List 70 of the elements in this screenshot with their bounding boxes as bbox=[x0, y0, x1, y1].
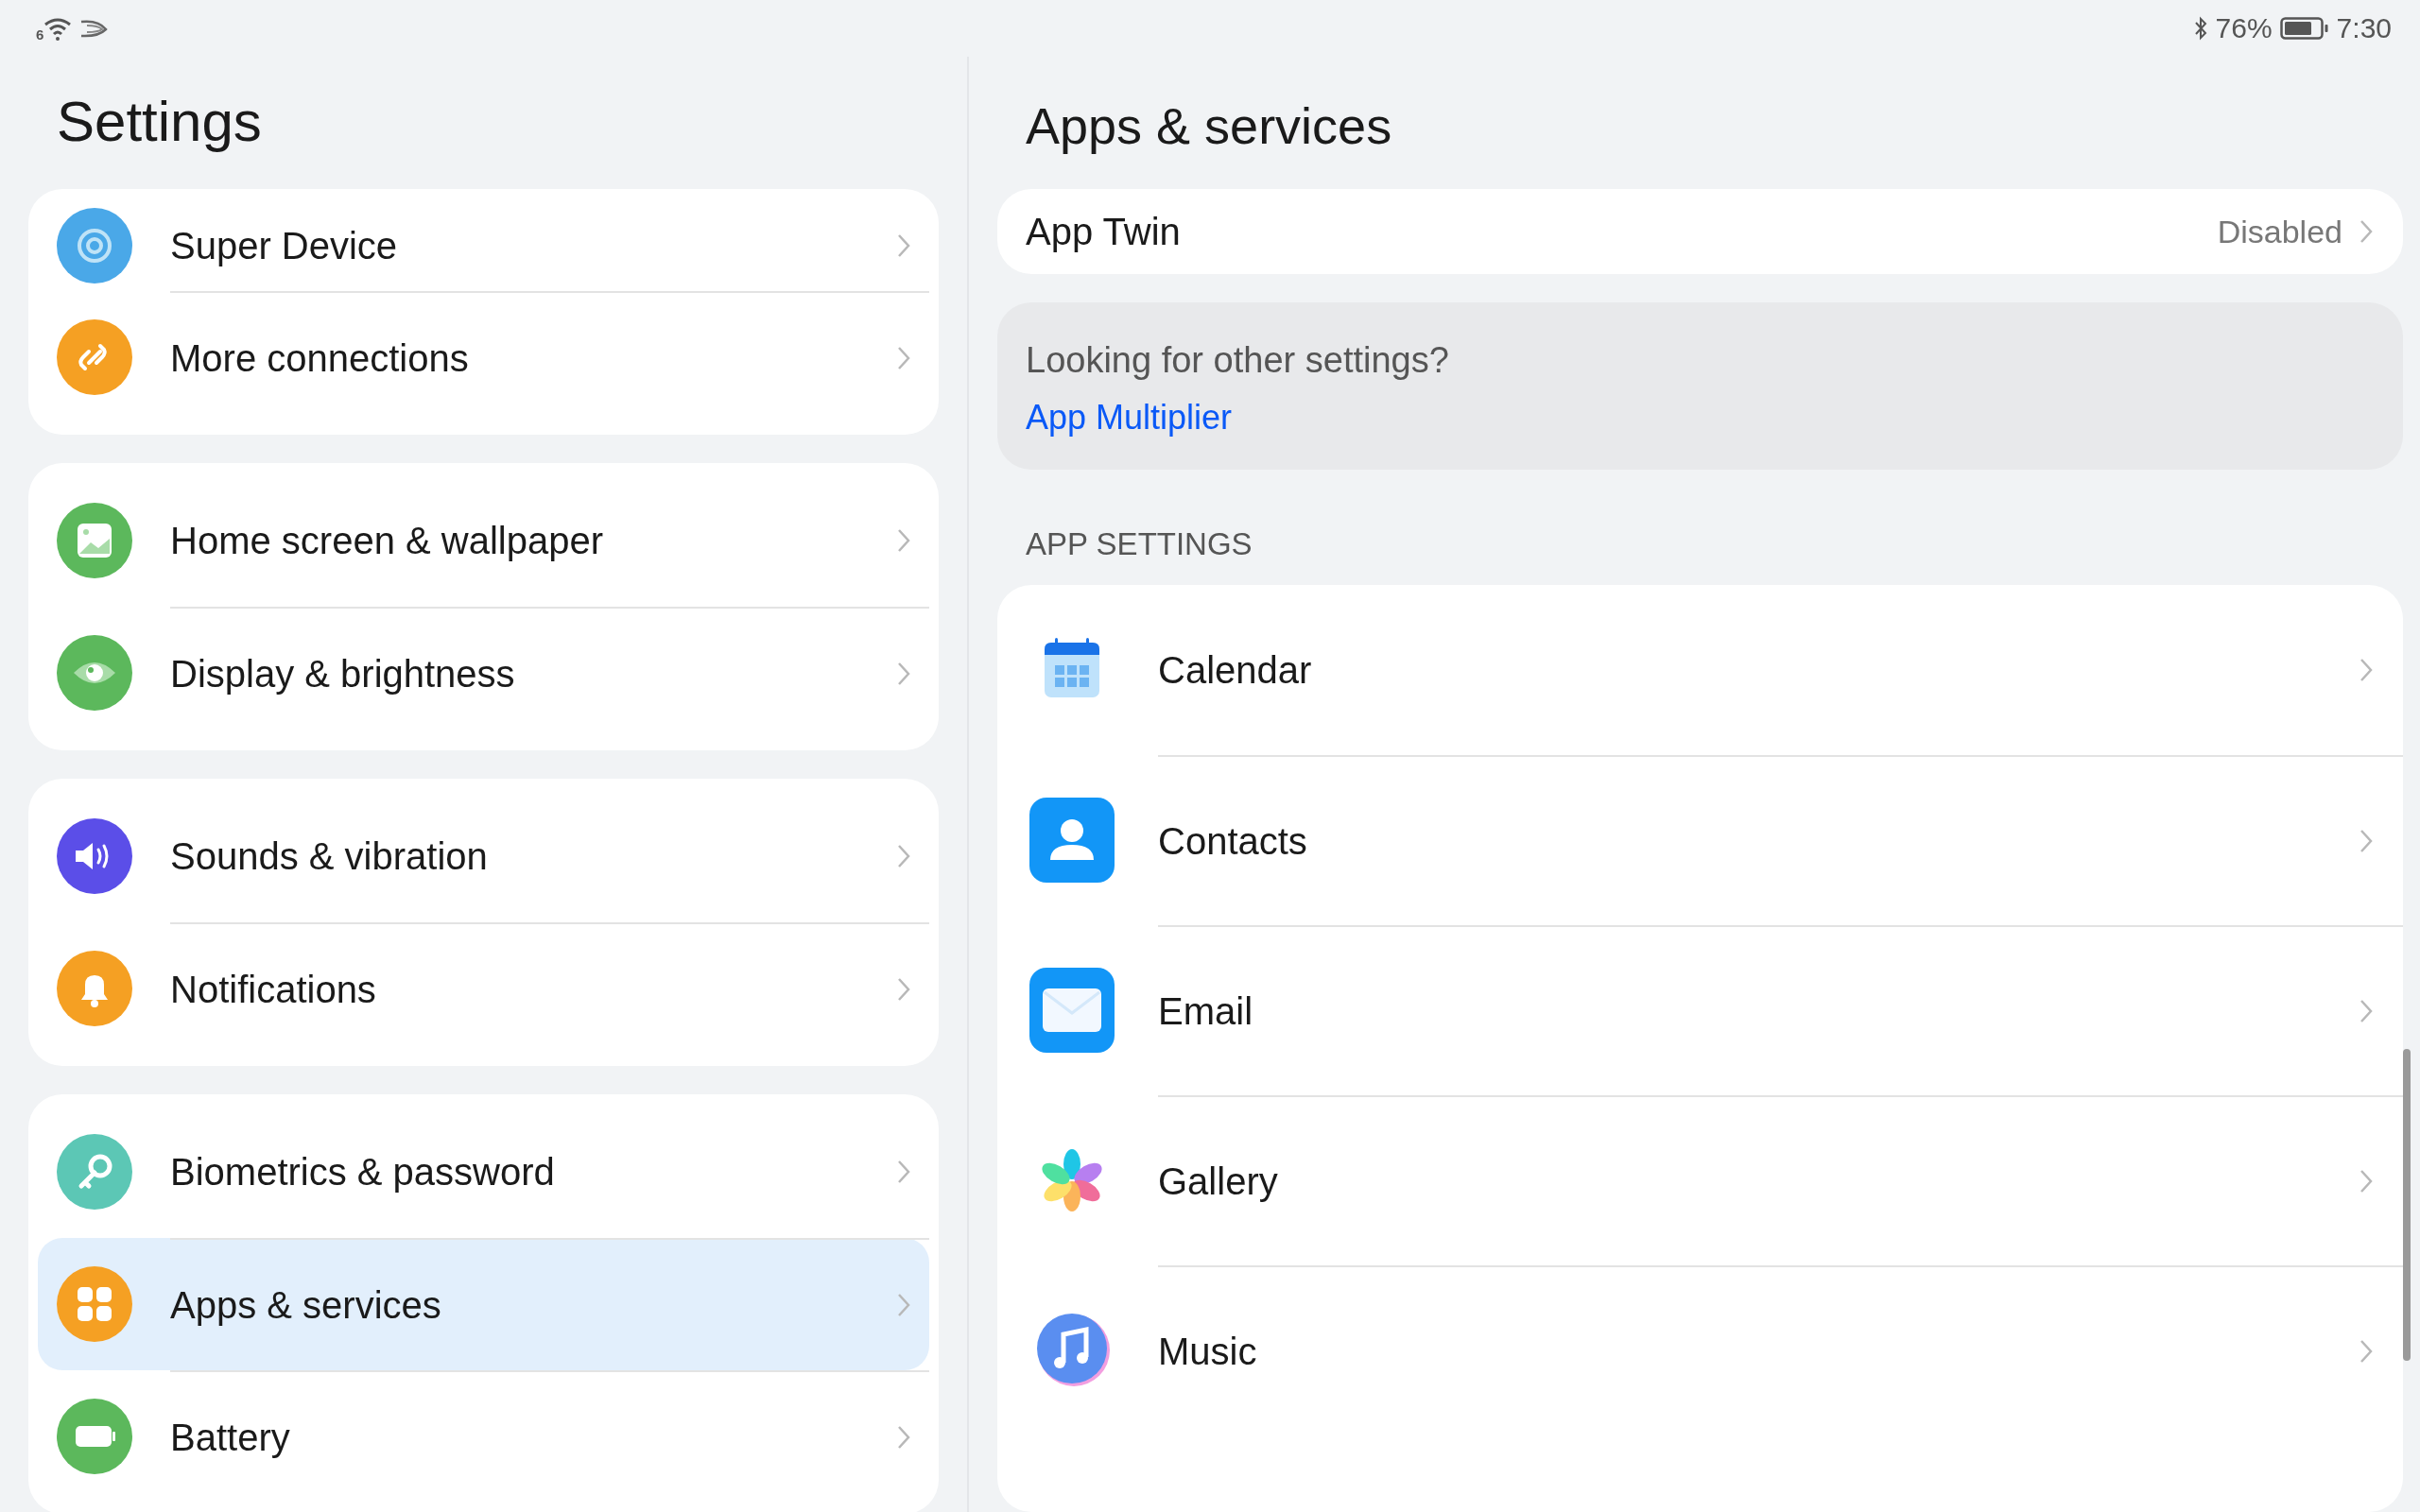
settings-item[interactable]: Super Device bbox=[38, 200, 929, 291]
status-value: Disabled bbox=[2217, 213, 2342, 250]
page-title: Apps & services bbox=[1025, 96, 1393, 156]
key-icon bbox=[57, 1134, 132, 1210]
app-item[interactable]: Music bbox=[997, 1265, 2403, 1435]
clock-time: 7:30 bbox=[2336, 12, 2392, 44]
envelope-icon bbox=[1029, 968, 1115, 1053]
chevron-icon bbox=[897, 844, 910, 868]
settings-item-label: Display & brightness bbox=[170, 652, 515, 696]
image-icon bbox=[57, 503, 132, 578]
bell-icon bbox=[57, 951, 132, 1026]
settings-item[interactable]: Battery bbox=[38, 1370, 929, 1503]
chevron-icon bbox=[2360, 658, 2373, 682]
device-icon bbox=[57, 208, 132, 284]
wifi-icon bbox=[43, 16, 73, 41]
settings-item[interactable]: Biometrics & password bbox=[38, 1106, 929, 1238]
settings-item-label: Battery bbox=[170, 1416, 290, 1459]
app-name: Music bbox=[1158, 1330, 1257, 1373]
settings-item[interactable]: Notifications bbox=[38, 922, 929, 1055]
app-item[interactable]: Calendar bbox=[997, 585, 2403, 755]
settings-item[interactable]: App Twin Disabled bbox=[997, 189, 2403, 274]
chevron-icon bbox=[897, 977, 910, 1002]
chevron-icon bbox=[2360, 999, 2373, 1023]
person-icon bbox=[1029, 798, 1115, 883]
settings-item-label: Biometrics & password bbox=[170, 1150, 555, 1194]
settings-item[interactable]: Display & brightness bbox=[38, 607, 929, 739]
eye-icon bbox=[57, 635, 132, 711]
chevron-icon bbox=[2360, 219, 2373, 244]
settings-item-label: More connections bbox=[170, 336, 469, 380]
speaker-icon bbox=[57, 818, 132, 894]
battery-percent: 76% bbox=[2215, 12, 2273, 44]
settings-item[interactable]: Sounds & vibration bbox=[38, 790, 929, 922]
app-twin-label: App Twin bbox=[1026, 210, 1182, 253]
settings-item[interactable]: Apps & services bbox=[38, 1238, 929, 1370]
link-icon bbox=[57, 319, 132, 395]
app-name: Contacts bbox=[1158, 819, 1307, 863]
battery-icon bbox=[2279, 16, 2329, 41]
chevron-icon bbox=[897, 528, 910, 553]
app-name: Email bbox=[1158, 989, 1253, 1033]
settings-item-label: Home screen & wallpaper bbox=[170, 519, 603, 562]
settings-item-label: Notifications bbox=[170, 968, 376, 1011]
section-header: APP SETTINGS bbox=[1025, 525, 1253, 563]
app-name: Calendar bbox=[1158, 648, 1312, 692]
chevron-icon bbox=[897, 346, 910, 370]
settings-item-label: Apps & services bbox=[170, 1283, 441, 1327]
page-title: Settings bbox=[56, 89, 263, 155]
swipe-icon bbox=[79, 18, 109, 39]
app-multiplier-link[interactable]: App Multiplier bbox=[1026, 398, 1233, 438]
bluetooth-icon bbox=[2192, 16, 2208, 41]
chevron-icon bbox=[897, 233, 910, 258]
chevron-icon bbox=[2360, 1169, 2373, 1194]
chevron-icon bbox=[2360, 829, 2373, 853]
chevron-icon bbox=[897, 1160, 910, 1184]
wifi-standard-label: 6 bbox=[36, 26, 44, 43]
settings-item-label: Sounds & vibration bbox=[170, 834, 488, 878]
app-item[interactable]: Contacts bbox=[997, 755, 2403, 925]
chevron-icon bbox=[897, 662, 910, 686]
chevron-icon bbox=[897, 1293, 910, 1317]
chevron-icon bbox=[2360, 1339, 2373, 1364]
chevron-icon bbox=[897, 1425, 910, 1450]
app-name: Gallery bbox=[1158, 1160, 1278, 1203]
settings-item[interactable]: More connections bbox=[38, 291, 929, 423]
scrollbar[interactable] bbox=[2403, 1049, 2411, 1361]
settings-item[interactable]: Home screen & wallpaper bbox=[38, 474, 929, 607]
app-item[interactable]: Email bbox=[997, 925, 2403, 1095]
app-item[interactable]: Gallery bbox=[997, 1095, 2403, 1265]
battery-icon bbox=[57, 1399, 132, 1474]
info-text: Looking for other settings? bbox=[1026, 340, 1450, 381]
grid-icon bbox=[57, 1266, 132, 1342]
settings-item-label: Super Device bbox=[170, 224, 398, 267]
